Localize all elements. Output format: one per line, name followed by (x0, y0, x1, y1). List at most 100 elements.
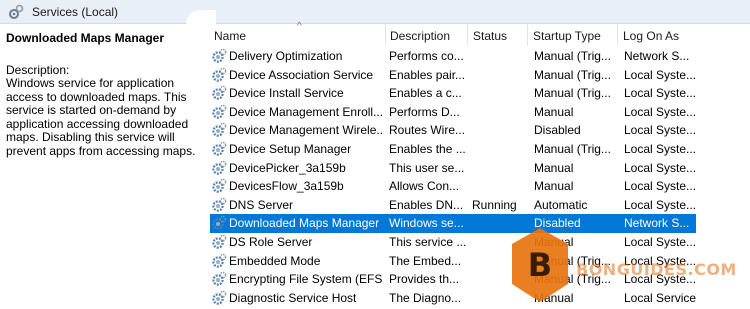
description-label: Description: (6, 63, 70, 77)
service-description-cell: Enables pair... (389, 67, 466, 82)
window-title: Services (Local) (32, 5, 119, 19)
column-header-row: ^ Name Description Status Startup Type L… (205, 21, 750, 46)
service-name: Diagnostic Service Host (229, 290, 357, 305)
service-gear-icon (211, 104, 227, 120)
service-gear-icon (211, 290, 227, 306)
service-row[interactable]: DevicePicker_3a159b This user se... Manual… (205, 159, 750, 178)
service-name: Device Install Service (229, 86, 344, 101)
service-log-on-as: Local Syste... (624, 179, 696, 194)
service-name: Device Management Enroll... (229, 104, 382, 119)
service-status (472, 179, 527, 195)
service-gear-icon (211, 48, 227, 64)
service-status (472, 49, 527, 65)
service-row[interactable]: DNS Server Enables DN... Running Automatic L… (205, 196, 750, 215)
service-description-cell: Windows se... (389, 216, 464, 231)
service-startup-type: Manual (Trig... (534, 67, 611, 82)
service-startup-type: Automatic (534, 197, 588, 212)
service-description-cell: Routes Wire... (389, 123, 466, 138)
service-startup-type: Manual (534, 104, 574, 119)
services-gear-icon (9, 4, 24, 19)
service-name: DevicesFlow_3a159b (229, 179, 344, 194)
service-log-on-as: Local Syste... (624, 67, 696, 82)
service-log-on-as: Local Syste... (624, 123, 696, 138)
service-description-cell: Performs D... (389, 104, 460, 119)
service-status (472, 161, 527, 177)
service-gear-icon (211, 178, 227, 194)
service-description-cell: Provides th... (389, 272, 460, 287)
column-header-startup-type-label: Startup Type (533, 29, 601, 43)
column-header-log-on-as-label: Log On As (623, 29, 680, 43)
service-row[interactable]: Device Association Service Enables pair..… (205, 66, 750, 85)
service-name: Downloaded Maps Manager (229, 216, 380, 231)
service-startup-type: Manual (534, 179, 574, 194)
service-row[interactable]: DevicesFlow_3a159b Allows Con... Manual Loc… (205, 177, 750, 196)
column-header-status-label: Status (473, 29, 508, 43)
service-startup-type: Disabled (534, 123, 581, 138)
service-startup-type: Manual (Trig... (534, 141, 611, 156)
service-description-cell: This service ... (389, 234, 467, 249)
service-gear-icon (211, 215, 227, 231)
selected-service-title: Downloaded Maps Manager (6, 31, 165, 45)
service-log-on-as: Local Syste... (624, 197, 696, 212)
service-gear-icon (211, 85, 227, 101)
service-status (472, 142, 527, 158)
service-description-cell: Performs co... (389, 49, 464, 63)
service-name: Encrypting File System (EFS) (229, 272, 382, 287)
service-row[interactable]: Device Management Wirele... Routes Wire..… (205, 121, 750, 140)
service-status (472, 86, 527, 102)
service-gear-icon (211, 122, 227, 138)
service-log-on-as: Network S... (624, 49, 690, 63)
column-header-name-label: Name (214, 29, 247, 43)
bonguides-logo-icon: B (512, 228, 568, 302)
title-bar: Services (Local) (0, 0, 750, 24)
service-gear-icon (211, 197, 227, 213)
service-name: Device Management Wirele... (229, 123, 382, 138)
column-header-description-label: Description (390, 29, 451, 43)
service-status (472, 123, 527, 139)
service-description-cell: Allows Con... (389, 179, 460, 194)
service-description-cell: This user se... (389, 160, 465, 175)
service-gear-icon (211, 67, 227, 83)
column-header-description[interactable]: Description (385, 24, 468, 46)
service-description: Windows service for application access t… (6, 76, 196, 158)
service-row[interactable]: Device Setup Manager Enables the ... Manua… (205, 140, 750, 159)
column-header-status[interactable]: Status (468, 24, 528, 46)
service-row[interactable]: Delivery Optimization Performs co... Manua… (205, 47, 750, 66)
service-description-cell: The Embed... (389, 253, 462, 268)
column-header-log-on-as[interactable]: Log On As (618, 24, 710, 46)
service-name: Delivery Optimization (229, 49, 343, 63)
service-name: DevicePicker_3a159b (229, 160, 346, 175)
service-description-cell: Enables DN... (389, 197, 464, 212)
service-name: DNS Server (229, 197, 294, 212)
service-description-cell: Enables a c... (389, 86, 462, 101)
service-name: Device Setup Manager (229, 141, 352, 156)
service-log-on-as: Local Syste... (624, 160, 696, 175)
service-row[interactable]: Device Management Enroll... Performs D...… (205, 103, 750, 122)
service-name: Device Association Service (229, 67, 374, 82)
service-description-cell: The Diagno... (389, 290, 462, 305)
service-name: DS Role Server (229, 234, 313, 249)
service-startup-type: Manual (Trig... (534, 49, 611, 63)
service-description-cell: Enables the ... (389, 141, 466, 156)
service-gear-icon (211, 271, 227, 287)
watermark: B BONGUIDES.COM (510, 224, 750, 309)
service-gear-icon (211, 234, 227, 250)
watermark-text: BONGUIDES.COM (576, 260, 737, 279)
service-status: Running (472, 197, 517, 212)
service-log-on-as: Local Syste... (624, 86, 696, 101)
service-startup-type: Manual (Trig... (534, 86, 611, 101)
service-startup-type: Manual (534, 160, 574, 175)
service-row[interactable]: Device Install Service Enables a c... Manu… (205, 84, 750, 103)
service-status (472, 105, 527, 121)
column-header-name[interactable]: ^ Name (209, 21, 386, 46)
logo-letter: B (528, 246, 552, 284)
service-gear-icon (211, 141, 227, 157)
service-log-on-as: Local Syste... (624, 141, 696, 156)
service-status (472, 68, 527, 84)
service-gear-icon (211, 160, 227, 176)
sort-ascending-icon: ^ (297, 21, 302, 32)
service-log-on-as: Local Syste... (624, 104, 696, 119)
service-gear-icon (211, 253, 227, 269)
description-pane: Downloaded Maps Manager Description: Win… (0, 24, 205, 309)
column-header-startup-type[interactable]: Startup Type (528, 24, 618, 46)
